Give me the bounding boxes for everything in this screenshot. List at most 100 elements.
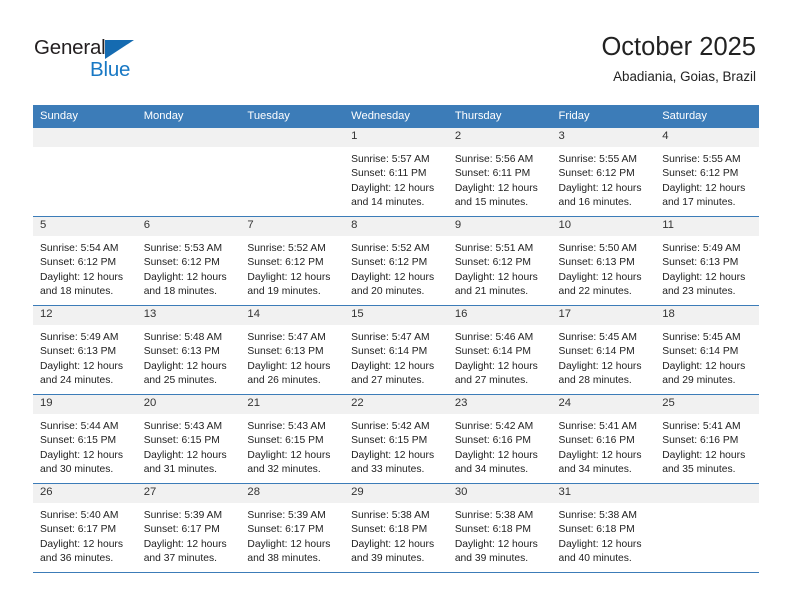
calendar-day-cell[interactable]: 16 Sunrise: 5:46 AM Sunset: 6:14 PM Dayligh…: [447, 305, 552, 395]
sunset-text: Sunset: 6:12 PM: [454, 257, 531, 269]
calendar-day-cell[interactable]: 2 Sunrise: 5:56 AM Sunset: 6:11 PM Daylight…: [447, 128, 552, 217]
sunset-text: Sunset: 6:17 PM: [247, 524, 324, 536]
sunset-text: Sunset: 6:16 PM: [454, 435, 531, 447]
calendar-day-cell[interactable]: 4 Sunrise: 5:55 AM Sunset: 6:12 PM Daylight…: [655, 128, 759, 217]
calendar-day-cell[interactable]: 22 Sunrise: 5:42 AM Sunset: 6:15 PM Dayligh…: [344, 394, 448, 484]
daylight-text-line2: and 30 minutes.: [40, 464, 114, 476]
calendar-day-cell[interactable]: 11 Sunrise: 5:49 AM Sunset: 6:13 PM Dayligh…: [655, 216, 759, 306]
daylight-text-line1: Daylight: 12 hours: [454, 360, 538, 372]
day-number: 22: [344, 395, 448, 414]
day-number: 18: [655, 306, 759, 325]
daylight-text-line1: Daylight: 12 hours: [351, 449, 435, 461]
calendar-day-cell[interactable]: 28 Sunrise: 5:39 AM Sunset: 6:17 PM Dayligh…: [240, 483, 345, 573]
calendar-day-cell[interactable]: 6 Sunrise: 5:53 AM Sunset: 6:12 PM Daylight…: [136, 216, 241, 306]
calendar-day-cell[interactable]: 21 Sunrise: 5:43 AM Sunset: 6:15 PM Dayligh…: [240, 394, 345, 484]
daylight-text-line2: and 28 minutes.: [558, 375, 632, 387]
calendar-day-cell[interactable]: 9 Sunrise: 5:51 AM Sunset: 6:12 PM Daylight…: [447, 216, 552, 306]
calendar-day-cell[interactable]: 30 Sunrise: 5:38 AM Sunset: 6:18 PM Dayligh…: [447, 483, 552, 573]
calendar-day-cell[interactable]: 31 Sunrise: 5:38 AM Sunset: 6:18 PM Dayligh…: [551, 483, 656, 573]
daylight-text-line1: Daylight: 12 hours: [351, 271, 435, 283]
calendar-week-row: 1 Sunrise: 5:57 AM Sunset: 6:11 PM Daylight…: [33, 128, 759, 217]
calendar-day-cell[interactable]: 20 Sunrise: 5:43 AM Sunset: 6:15 PM Dayligh…: [136, 394, 241, 484]
daylight-text-line2: and 39 minutes.: [351, 553, 425, 565]
sunset-text: Sunset: 6:13 PM: [247, 346, 324, 358]
sunset-text: Sunset: 6:12 PM: [351, 257, 428, 269]
calendar-day-cell[interactable]: 19 Sunrise: 5:44 AM Sunset: 6:15 PM Dayligh…: [33, 394, 137, 484]
daylight-text-line2: and 15 minutes.: [454, 197, 529, 209]
day-number: 11: [655, 217, 759, 236]
day-number: 8: [344, 217, 448, 236]
calendar-day-cell[interactable]: 3 Sunrise: 5:55 AM Sunset: 6:12 PM Daylight…: [551, 128, 656, 217]
calendar-day-cell[interactable]: 8 Sunrise: 5:52 AM Sunset: 6:12 PM Daylight…: [344, 216, 448, 306]
daylight-text-line2: and 35 minutes.: [662, 464, 736, 476]
daylight-text-line2: and 14 minutes.: [351, 197, 425, 209]
daylight-text-line2: and 33 minutes.: [351, 464, 425, 476]
calendar-day-cell[interactable]: 15 Sunrise: 5:47 AM Sunset: 6:14 PM Dayligh…: [344, 305, 448, 395]
daylight-text-line1: Daylight: 12 hours: [454, 271, 538, 283]
daylight-text-line1: Daylight: 12 hours: [247, 538, 331, 550]
sunrise-text: Sunrise: 5:46 AM: [454, 332, 534, 343]
sunset-text: Sunset: 6:14 PM: [351, 346, 428, 358]
daylight-text-line2: and 29 minutes.: [662, 375, 736, 387]
daylight-text-line1: Daylight: 12 hours: [351, 360, 435, 372]
day-number: 4: [655, 128, 759, 147]
sunrise-text: Sunrise: 5:45 AM: [558, 332, 637, 343]
daylight-text-line2: and 18 minutes.: [143, 286, 217, 298]
daylight-text-line2: and 24 minutes.: [40, 375, 114, 387]
day-details: Sunrise: 5:41 AM Sunset: 6:16 PM Daylight:…: [655, 414, 759, 478]
calendar-day-cell[interactable]: 18 Sunrise: 5:45 AM Sunset: 6:14 PM Dayligh…: [655, 305, 759, 395]
day-number: 5: [33, 217, 137, 236]
day-details: Sunrise: 5:46 AM Sunset: 6:14 PM Daylight:…: [448, 325, 552, 389]
day-number: 24: [551, 395, 656, 414]
day-details: Sunrise: 5:43 AM Sunset: 6:15 PM Daylight:…: [240, 414, 344, 478]
day-details: Sunrise: 5:45 AM Sunset: 6:14 PM Daylight:…: [552, 325, 656, 389]
calendar-week-row: 26 Sunrise: 5:40 AM Sunset: 6:17 PM Dayligh…: [33, 483, 759, 573]
daylight-text-line2: and 27 minutes.: [454, 375, 529, 387]
weekday-header-thursday: Thursday: [447, 105, 552, 128]
calendar-day-cell[interactable]: 1 Sunrise: 5:57 AM Sunset: 6:11 PM Daylight…: [344, 128, 448, 217]
day-details: Sunrise: 5:49 AM Sunset: 6:13 PM Daylight:…: [33, 325, 137, 389]
daylight-text-line2: and 32 minutes.: [247, 464, 321, 476]
day-number: [240, 128, 345, 147]
logo-text-blue: Blue: [90, 58, 131, 81]
weekday-header-wednesday: Wednesday: [344, 105, 448, 128]
daylight-text-line1: Daylight: 12 hours: [247, 449, 331, 461]
day-number: 21: [240, 395, 345, 414]
day-details: Sunrise: 5:49 AM Sunset: 6:13 PM Daylight:…: [655, 236, 759, 300]
calendar-day-cell[interactable]: 12 Sunrise: 5:49 AM Sunset: 6:13 PM Dayligh…: [33, 305, 137, 395]
sunrise-text: Sunrise: 5:44 AM: [40, 421, 119, 432]
calendar-day-cell[interactable]: 17 Sunrise: 5:45 AM Sunset: 6:14 PM Dayligh…: [551, 305, 656, 395]
weekday-header-tuesday: Tuesday: [240, 105, 345, 128]
calendar-day-cell[interactable]: 24 Sunrise: 5:41 AM Sunset: 6:16 PM Dayligh…: [551, 394, 656, 484]
day-details: Sunrise: 5:42 AM Sunset: 6:16 PM Daylight:…: [448, 414, 552, 478]
calendar-day-cell[interactable]: 25 Sunrise: 5:41 AM Sunset: 6:16 PM Dayligh…: [655, 394, 759, 484]
sunset-text: Sunset: 6:12 PM: [40, 257, 117, 269]
calendar-day-cell[interactable]: 10 Sunrise: 5:50 AM Sunset: 6:13 PM Dayligh…: [551, 216, 656, 306]
sunrise-text: Sunrise: 5:39 AM: [247, 510, 326, 521]
calendar-day-cell[interactable]: 23 Sunrise: 5:42 AM Sunset: 6:16 PM Dayligh…: [447, 394, 552, 484]
day-details: Sunrise: 5:47 AM Sunset: 6:14 PM Daylight:…: [344, 325, 448, 389]
calendar-day-cell[interactable]: 29 Sunrise: 5:38 AM Sunset: 6:18 PM Dayligh…: [344, 483, 448, 573]
calendar-day-cell[interactable]: 26 Sunrise: 5:40 AM Sunset: 6:17 PM Dayligh…: [33, 483, 137, 573]
sunrise-text: Sunrise: 5:52 AM: [351, 243, 430, 254]
sunset-text: Sunset: 6:14 PM: [558, 346, 635, 358]
sunset-text: Sunset: 6:18 PM: [351, 524, 428, 536]
sunrise-text: Sunrise: 5:47 AM: [351, 332, 430, 343]
sunset-text: Sunset: 6:15 PM: [351, 435, 428, 447]
calendar-week-row: 5 Sunrise: 5:54 AM Sunset: 6:12 PM Daylight…: [33, 216, 759, 306]
calendar-day-cell[interactable]: 13 Sunrise: 5:48 AM Sunset: 6:13 PM Dayligh…: [136, 305, 241, 395]
calendar-day-cell[interactable]: 27 Sunrise: 5:39 AM Sunset: 6:17 PM Dayligh…: [136, 483, 241, 573]
sunset-text: Sunset: 6:18 PM: [558, 524, 635, 536]
weekday-header-monday: Monday: [136, 105, 241, 128]
sunset-text: Sunset: 6:14 PM: [454, 346, 531, 358]
calendar-day-cell[interactable]: 5 Sunrise: 5:54 AM Sunset: 6:12 PM Daylight…: [33, 216, 137, 306]
calendar-day-cell: [33, 128, 137, 217]
day-number: 2: [447, 128, 552, 147]
day-number: 17: [551, 306, 656, 325]
calendar-day-cell[interactable]: 7 Sunrise: 5:52 AM Sunset: 6:12 PM Daylight…: [240, 216, 345, 306]
daylight-text-line1: Daylight: 12 hours: [351, 538, 435, 550]
sunset-text: Sunset: 6:13 PM: [40, 346, 117, 358]
day-details: Sunrise: 5:43 AM Sunset: 6:15 PM Daylight:…: [137, 414, 241, 478]
calendar-day-cell[interactable]: 14 Sunrise: 5:47 AM Sunset: 6:13 PM Dayligh…: [240, 305, 345, 395]
daylight-text-line2: and 20 minutes.: [351, 286, 425, 298]
